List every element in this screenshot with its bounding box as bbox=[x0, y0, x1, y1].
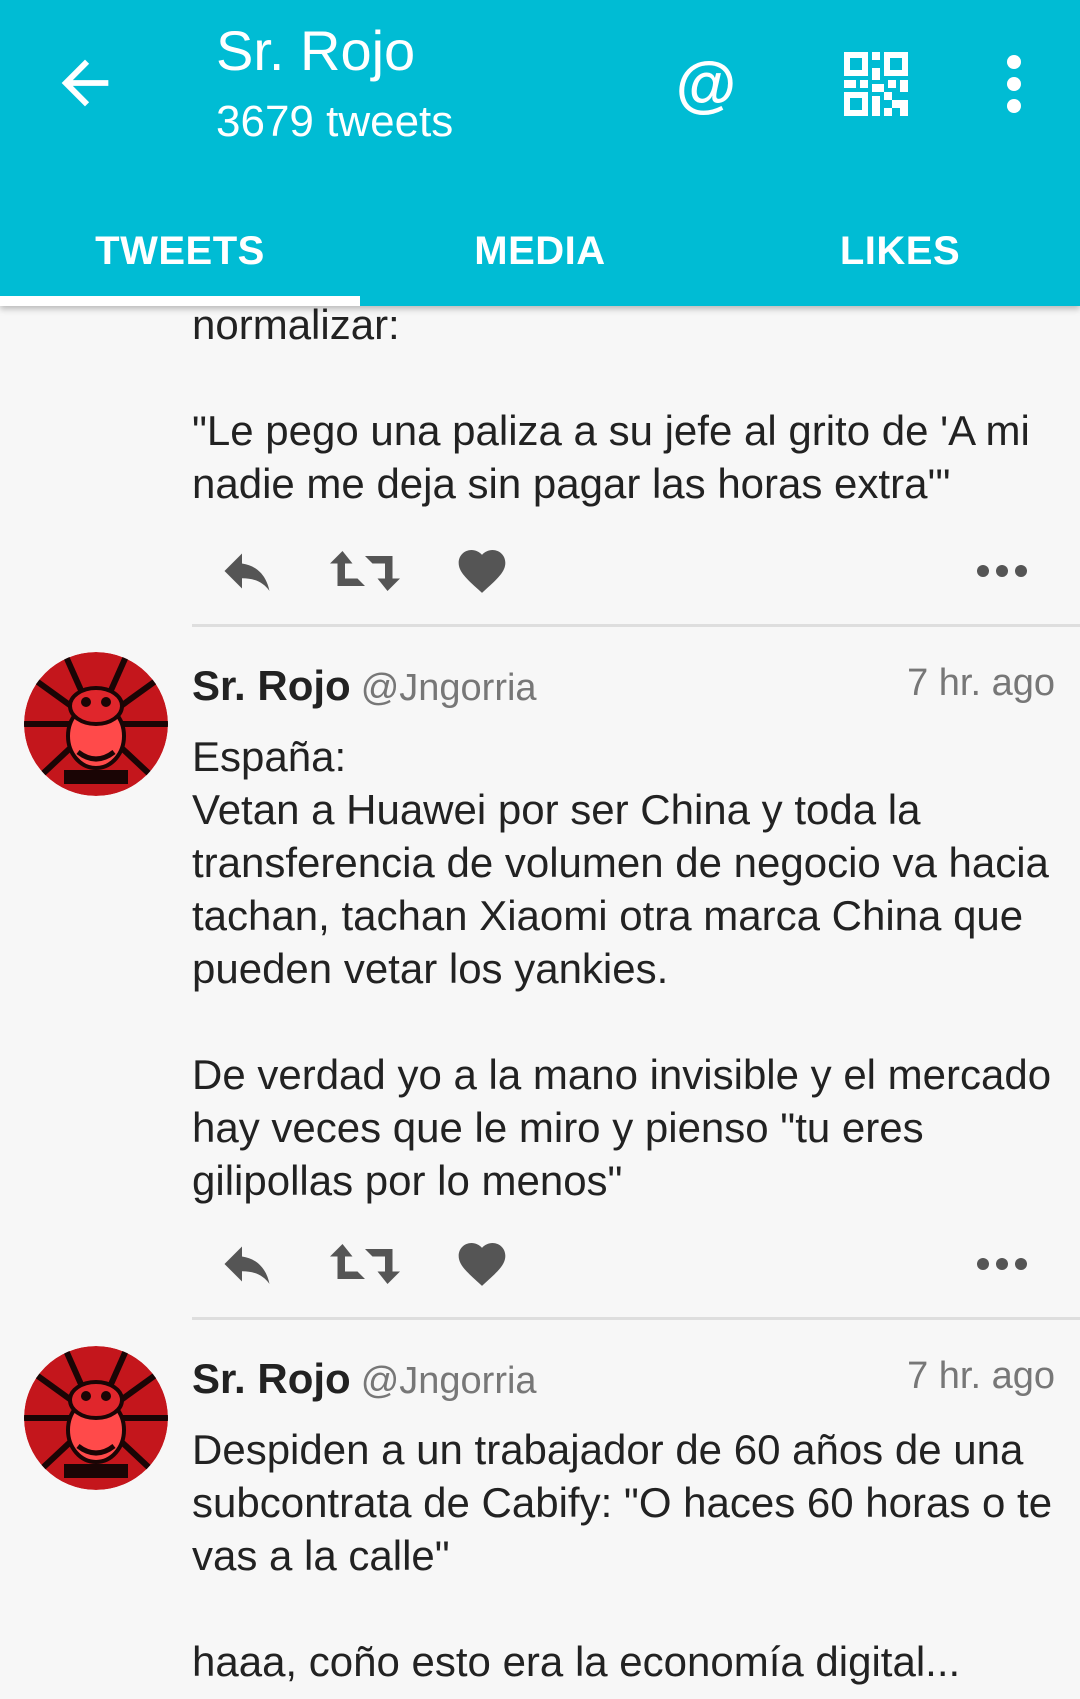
tab-media[interactable]: MEDIA bbox=[360, 196, 720, 306]
tweet-more-button[interactable] bbox=[976, 536, 1028, 606]
tweet-header: Sr. Rojo @Jngorria bbox=[192, 656, 537, 716]
author-name[interactable]: Sr. Rojo bbox=[192, 1355, 351, 1402]
tweet-actions bbox=[192, 536, 1042, 606]
tab-bar: TWEETS MEDIA LIKES bbox=[0, 196, 1080, 306]
tweet-text: Despiden a un trabajador de 60 años de u… bbox=[192, 1426, 1053, 1685]
reply-button[interactable] bbox=[212, 1229, 282, 1299]
tweet-header: Sr. Rojo @Jngorria bbox=[192, 1349, 537, 1409]
like-button[interactable] bbox=[454, 1229, 510, 1299]
tab-label: MEDIA bbox=[474, 228, 606, 273]
avatar[interactable] bbox=[24, 1346, 168, 1490]
heart-icon bbox=[454, 543, 510, 599]
tweet-timestamp: 7 hr. ago bbox=[907, 1355, 1055, 1397]
tab-tweets[interactable]: TWEETS bbox=[0, 196, 360, 306]
tweet-actions bbox=[192, 1229, 1042, 1299]
qr-code-button[interactable] bbox=[836, 44, 916, 124]
divider bbox=[192, 1317, 1080, 1320]
tab-label: LIKES bbox=[839, 228, 961, 273]
retweet-icon bbox=[330, 546, 400, 596]
tweet-timestamp: 7 hr. ago bbox=[907, 662, 1055, 704]
heart-icon bbox=[454, 1236, 510, 1292]
retweet-icon bbox=[330, 1239, 400, 1289]
overflow-menu-button[interactable] bbox=[974, 44, 1054, 124]
at-sign-icon: @ bbox=[675, 49, 737, 119]
author-name[interactable]: Sr. Rojo bbox=[192, 662, 351, 709]
qr-code-icon bbox=[844, 52, 908, 116]
retweet-button[interactable] bbox=[330, 536, 400, 606]
more-horizontal-icon bbox=[977, 1258, 1027, 1270]
more-horizontal-icon bbox=[977, 565, 1027, 577]
retweet-button[interactable] bbox=[330, 1229, 400, 1299]
divider bbox=[192, 624, 1080, 627]
reply-button[interactable] bbox=[212, 536, 282, 606]
author-handle[interactable]: @Jngorria bbox=[361, 667, 537, 709]
tab-label: TWEETS bbox=[95, 228, 265, 273]
active-tab-indicator bbox=[0, 296, 360, 306]
tweet-text: España: Vetan a Huawei por ser China y t… bbox=[192, 733, 1052, 1204]
tweet-count: 3679 tweets bbox=[216, 97, 454, 146]
tab-likes[interactable]: LIKES bbox=[720, 196, 1080, 306]
reply-icon bbox=[212, 541, 282, 601]
tweet-more-button[interactable] bbox=[976, 1229, 1028, 1299]
profile-title: Sr. Rojo bbox=[216, 19, 416, 82]
tweet-text: normalizar: "Le pego una paliza a su jef… bbox=[192, 301, 1030, 507]
reply-icon bbox=[212, 1234, 282, 1294]
more-vertical-icon bbox=[1007, 55, 1021, 113]
mention-button[interactable]: @ bbox=[666, 44, 746, 124]
author-handle[interactable]: @Jngorria bbox=[361, 1360, 537, 1402]
arrow-left-icon bbox=[61, 59, 109, 107]
app-bar: Sr. Rojo 3679 tweets @ TWEETS MEDIA LIKE… bbox=[0, 0, 1080, 306]
like-button[interactable] bbox=[454, 536, 510, 606]
back-button[interactable] bbox=[50, 48, 120, 118]
avatar[interactable] bbox=[24, 652, 168, 796]
